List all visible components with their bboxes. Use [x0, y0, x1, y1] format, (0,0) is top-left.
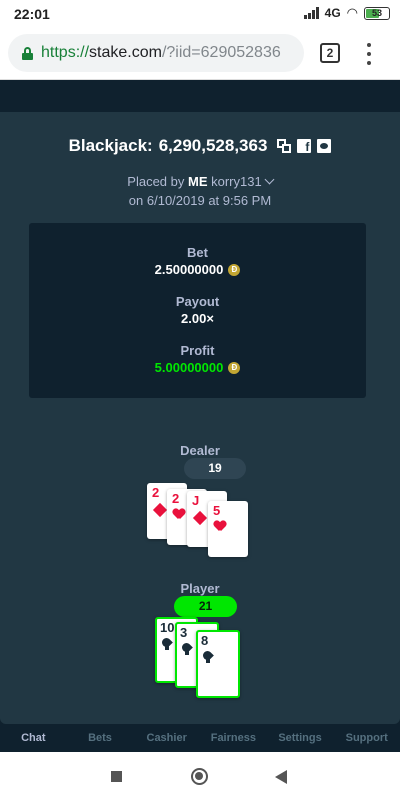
facebook-icon[interactable]: f [297, 139, 312, 154]
profit-amount: 5.00000000 Ð [29, 360, 366, 375]
game-name: Blackjack: [68, 136, 153, 155]
bet-label: Bet [187, 245, 208, 260]
tab-settings[interactable]: Settings [267, 724, 334, 752]
tab-chat[interactable]: Chat [0, 724, 67, 752]
chevron-down-icon[interactable] [264, 174, 275, 185]
bet-id: 6,290,528,363 [158, 136, 268, 155]
heart-icon [214, 521, 226, 533]
spade-icon [180, 642, 194, 656]
user-badge: ME [188, 174, 208, 189]
bet-stats-panel: Bet 2.50000000 Ð Payout 2.00× Profit 5.0… [29, 223, 366, 398]
heart-icon [173, 509, 185, 521]
player-total-badge: 21 [174, 596, 237, 617]
recents-icon[interactable] [111, 771, 122, 782]
placed-by: Placed by ME korry131 [0, 174, 400, 189]
status-bar: 22:01 4G ◠ 53 [0, 0, 400, 28]
tab-fairness[interactable]: Fairness [200, 724, 267, 752]
bottom-tab-bar: Chat Bets Cashier Fairness Settings Supp… [0, 724, 400, 752]
diamond-icon [152, 502, 168, 518]
tab-support[interactable]: Support [333, 724, 400, 752]
lock-icon [22, 46, 33, 60]
dealer-card: 5 [208, 501, 248, 557]
card-rank: 8 [201, 633, 209, 648]
back-icon[interactable] [275, 770, 287, 784]
copy-icon[interactable] [277, 139, 292, 153]
url-bar[interactable]: https://stake.com/?iid=629052836 [8, 34, 304, 72]
dealer-total-badge: 19 [184, 458, 246, 479]
username-link[interactable]: korry131 [211, 174, 262, 189]
player-card: 8 [196, 630, 240, 698]
tab-bets[interactable]: Bets [67, 724, 134, 752]
menu-kebab-icon[interactable] [366, 43, 372, 65]
profit-label: Profit [180, 343, 215, 358]
card-rank: 5 [213, 503, 221, 518]
tab-switcher-button[interactable]: 2 [320, 43, 340, 63]
battery-level: 53 [371, 7, 382, 18]
home-icon[interactable] [191, 768, 208, 785]
placed-by-prefix: Placed by [127, 174, 185, 189]
network-type: 4G [324, 6, 341, 20]
browser-toolbar: https://stake.com/?iid=629052836 2 [0, 28, 400, 80]
signal-icon [303, 7, 319, 19]
bet-date: on 6/10/2019 at 9:56 PM [128, 193, 272, 208]
profit-amount-value: 5.00000000 [154, 360, 224, 375]
dogecoin-icon: Ð [228, 263, 241, 276]
status-icons: 4G ◠ 53 [303, 5, 390, 21]
url-text: https://stake.com/?iid=629052836 [41, 44, 281, 61]
dogecoin-icon: Ð [228, 361, 241, 374]
battery-icon: 53 [364, 6, 390, 20]
spade-icon [160, 637, 174, 651]
modal-title: Blackjack: 6,290,528,363 f [0, 136, 400, 156]
dealer-label: Dealer [180, 443, 220, 458]
bet-details-modal: Blackjack: 6,290,528,363 f Placed by ME … [0, 112, 400, 724]
bet-amount-value: 2.50000000 [154, 262, 224, 277]
clock: 22:01 [14, 6, 50, 22]
diamond-icon [192, 510, 208, 526]
player-label: Player [180, 581, 220, 596]
tab-cashier[interactable]: Cashier [133, 724, 200, 752]
payout-label: Payout [175, 294, 220, 309]
wifi-icon: ◠ [346, 5, 358, 20]
bet-amount: 2.50000000 Ð [29, 262, 366, 277]
spade-icon [201, 650, 215, 664]
android-nav-bar [0, 752, 400, 800]
payout-value: 2.00× [181, 311, 214, 326]
twitter-icon[interactable] [317, 139, 332, 153]
